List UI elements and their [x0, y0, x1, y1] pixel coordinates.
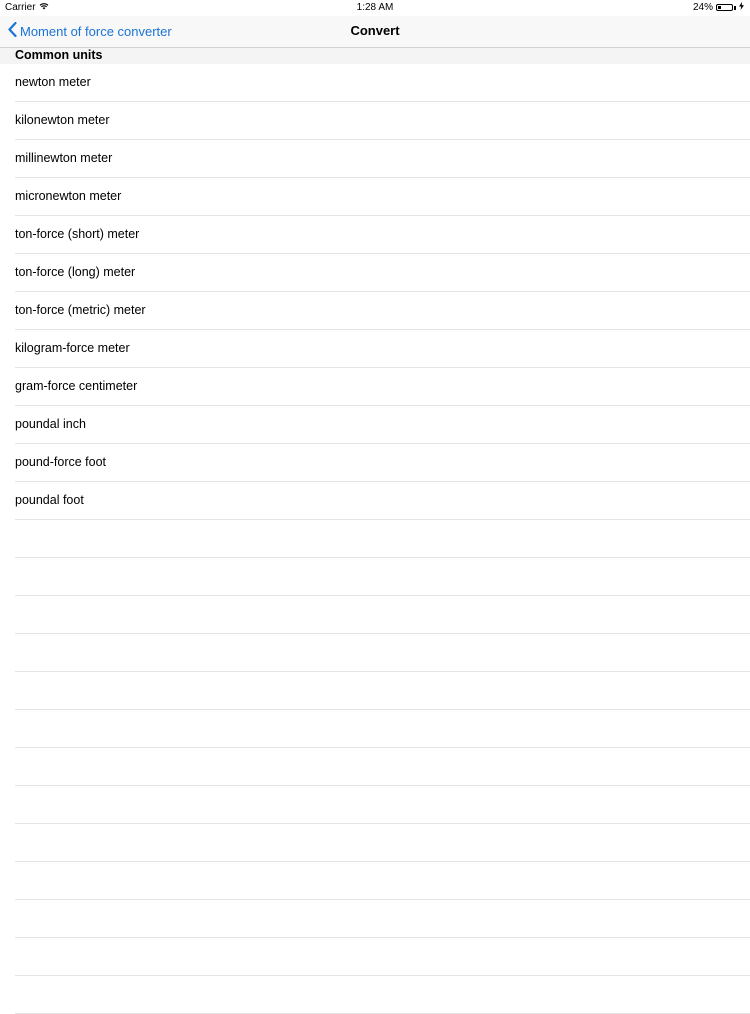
unit-row[interactable]: gram-force centimeter	[15, 368, 750, 406]
unit-row[interactable]: poundal inch	[15, 406, 750, 444]
unit-row[interactable]: micronewton meter	[15, 178, 750, 216]
empty-row	[15, 748, 750, 786]
unit-row[interactable]: newton meter	[15, 64, 750, 102]
battery-fill	[718, 6, 721, 9]
unit-label: millinewton meter	[15, 151, 113, 165]
unit-label: kilogram-force meter	[15, 341, 130, 355]
unit-row[interactable]: ton-force (metric) meter	[15, 292, 750, 330]
empty-row	[15, 862, 750, 900]
unit-row[interactable]: ton-force (long) meter	[15, 254, 750, 292]
empty-row	[15, 710, 750, 748]
unit-label: pound-force foot	[15, 455, 107, 469]
unit-label: ton-force (long) meter	[15, 265, 136, 279]
charging-icon	[739, 2, 744, 13]
status-bar: Carrier 1:28 AM 24%	[0, 0, 750, 16]
status-right: 24%	[693, 2, 744, 13]
section-header: Common units	[0, 48, 750, 64]
battery-cap	[734, 5, 736, 10]
unit-label: kilonewton meter	[15, 113, 110, 127]
status-time: 1:28 AM	[356, 2, 394, 13]
empty-row	[15, 824, 750, 862]
unit-row[interactable]: poundal foot	[15, 482, 750, 520]
unit-row[interactable]: ton-force (short) meter	[15, 216, 750, 254]
unit-row[interactable]: millinewton meter	[15, 140, 750, 178]
battery-icon	[716, 4, 733, 11]
unit-label: micronewton meter	[15, 189, 122, 203]
unit-label: gram-force centimeter	[15, 379, 138, 393]
section-header-label: Common units	[15, 48, 103, 62]
empty-row	[15, 900, 750, 938]
empty-row	[15, 596, 750, 634]
unit-label: poundal inch	[15, 417, 86, 431]
battery-percent: 24%	[692, 2, 713, 13]
unit-label: ton-force (metric) meter	[15, 303, 146, 317]
unit-row[interactable]: kilogram-force meter	[15, 330, 750, 368]
unit-label: poundal foot	[15, 493, 84, 507]
unit-list: newton meter kilonewton meter millinewto…	[0, 64, 750, 1014]
empty-row	[15, 634, 750, 672]
empty-row	[15, 938, 750, 976]
empty-row	[15, 520, 750, 558]
unit-row[interactable]: kilonewton meter	[15, 102, 750, 140]
unit-label: ton-force (short) meter	[15, 227, 140, 241]
page-title: Convert	[350, 23, 400, 38]
empty-row	[15, 786, 750, 824]
unit-label: newton meter	[15, 75, 91, 89]
unit-row[interactable]: pound-force foot	[15, 444, 750, 482]
empty-row	[15, 672, 750, 710]
navigation-bar: Moment of force converter Convert	[0, 16, 750, 48]
empty-row	[15, 558, 750, 596]
empty-row	[15, 976, 750, 1014]
